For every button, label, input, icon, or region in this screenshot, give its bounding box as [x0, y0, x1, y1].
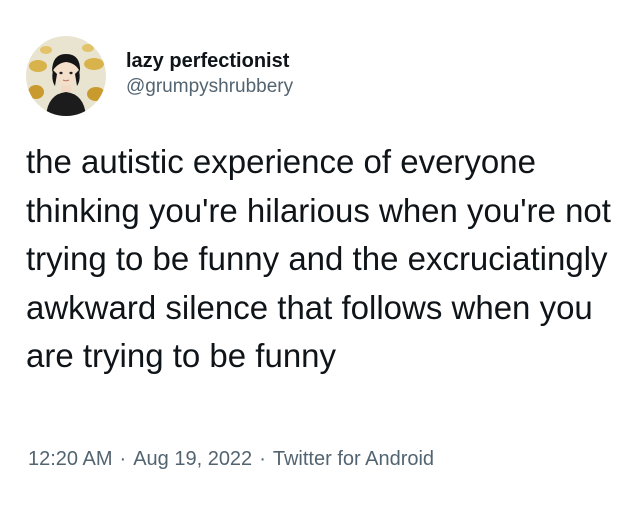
meta-separator: · — [259, 448, 266, 470]
tweet-header: lazy perfectionist @grumpyshrubbery — [26, 34, 293, 118]
tweet-metadata: 12:20 AM · Aug 19, 2022 · Twitter for An… — [28, 446, 434, 472]
tweet-source[interactable]: Twitter for Android — [273, 446, 434, 472]
tweet-card: lazy perfectionist @grumpyshrubbery the … — [0, 0, 640, 519]
author-identity: lazy perfectionist @grumpyshrubbery — [126, 48, 293, 100]
display-name[interactable]: lazy perfectionist — [126, 48, 293, 74]
meta-separator: · — [119, 448, 127, 470]
tweet-text: the autistic experience of everyone thin… — [26, 143, 611, 374]
avatar-illustration-icon — [26, 36, 106, 116]
tweet-time[interactable]: 12:20 AM — [28, 446, 113, 472]
tweet-date[interactable]: Aug 19, 2022 — [133, 446, 252, 472]
avatar[interactable] — [26, 36, 106, 116]
user-handle[interactable]: @grumpyshrubbery — [126, 74, 293, 100]
